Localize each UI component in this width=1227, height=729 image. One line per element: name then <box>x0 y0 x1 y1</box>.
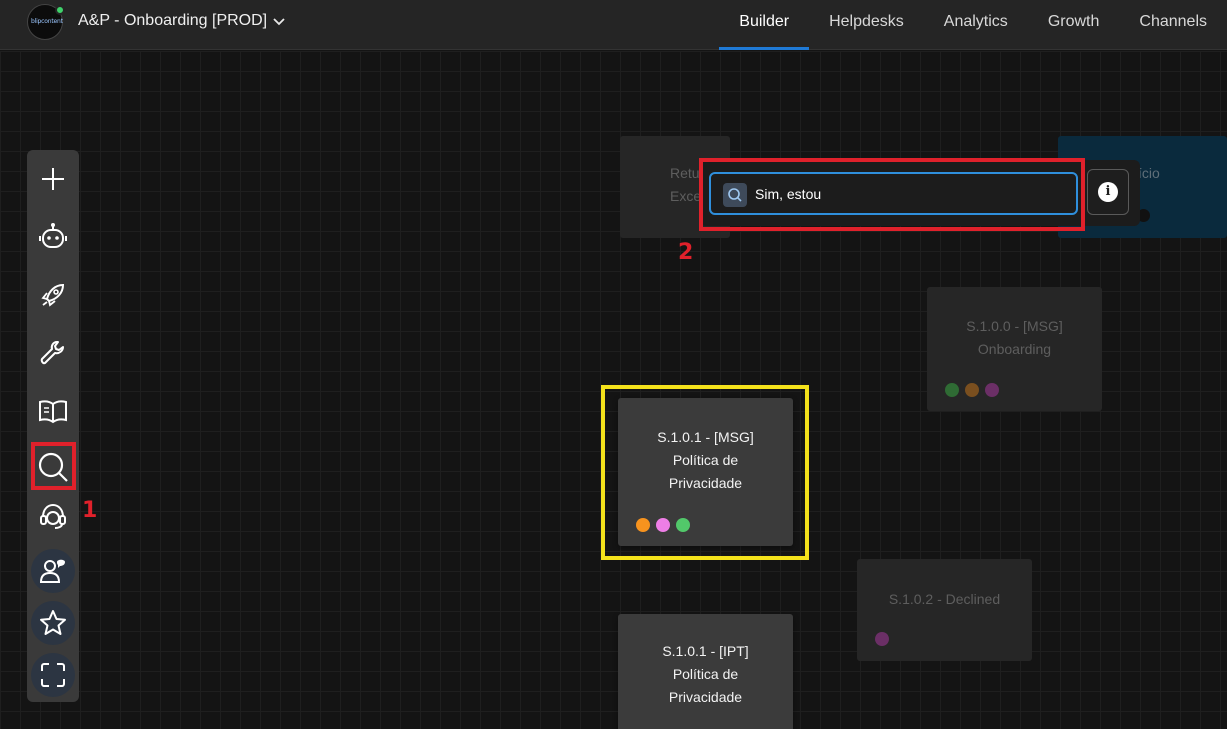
block-title: ício <box>1138 165 1160 181</box>
logo-text: blipcontent <box>31 18 63 25</box>
highlight-active-block <box>601 385 809 560</box>
tag-dot-purple <box>985 383 999 397</box>
annotation-label-1: 1 <box>82 498 98 523</box>
highlight-search-button <box>31 442 76 490</box>
top-bar: blipcontent A&P - Onboarding [PROD] Buil… <box>0 0 1227 50</box>
users-button[interactable] <box>31 549 75 593</box>
support-button[interactable] <box>32 495 74 537</box>
favorites-button[interactable] <box>31 601 75 645</box>
expand-icon <box>41 663 65 687</box>
plus-icon <box>42 168 64 190</box>
tag-dot-orange <box>965 383 979 397</box>
tag-dot-green <box>945 383 959 397</box>
main-nav: Builder Helpdesks Analytics Growth Chann… <box>719 0 1227 50</box>
tag-dot-purple <box>875 632 889 646</box>
block-tags <box>945 383 999 397</box>
star-icon <box>40 610 66 635</box>
wrench-icon <box>40 341 64 365</box>
launch-button[interactable] <box>32 274 74 316</box>
block-title: S.1.0.0 - [MSG] <box>966 318 1063 334</box>
info-icon: i <box>1098 182 1118 202</box>
left-toolbar <box>27 150 79 702</box>
rocket-icon <box>41 283 65 307</box>
block-title: S.1.0.2 - Declined <box>888 591 1001 607</box>
book-icon <box>39 400 67 424</box>
annotation-label-2: 2 <box>678 240 694 265</box>
block-subtitle: Onboarding <box>977 341 1052 357</box>
tab-analytics[interactable]: Analytics <box>924 0 1028 50</box>
highlight-search-box <box>699 158 1085 231</box>
docs-button[interactable] <box>32 390 74 432</box>
block-title: S.1.0.1 - [IPT] <box>662 643 749 659</box>
online-status-dot <box>55 5 65 15</box>
add-button[interactable] <box>32 158 74 200</box>
robot-icon <box>39 223 67 248</box>
tab-builder[interactable]: Builder <box>719 0 809 50</box>
tab-channels[interactable]: Channels <box>1119 0 1227 50</box>
tools-button[interactable] <box>32 332 74 374</box>
fullscreen-button[interactable] <box>31 653 75 697</box>
flow-canvas[interactable]: Retu Exce ício S.1.0.0 - [MSG] Onboardin… <box>0 51 1227 729</box>
bot-title: A&P - Onboarding [PROD] <box>78 12 268 29</box>
flow-block-ipt-politica[interactable]: S.1.0.1 - [IPT] Política de Privacidade <box>618 614 793 729</box>
block-subtitle: Política de <box>672 666 739 682</box>
headset-icon <box>40 503 66 529</box>
block-subtitle-2: Privacidade <box>668 689 743 705</box>
chevron-down-icon <box>273 18 285 26</box>
bot-button[interactable] <box>32 216 74 258</box>
tab-helpdesks[interactable]: Helpdesks <box>809 0 924 50</box>
tab-growth[interactable]: Growth <box>1028 0 1120 50</box>
bot-selector[interactable]: A&P - Onboarding [PROD] <box>78 12 285 30</box>
user-chat-icon <box>39 559 65 583</box>
info-button[interactable]: i <box>1087 169 1129 215</box>
